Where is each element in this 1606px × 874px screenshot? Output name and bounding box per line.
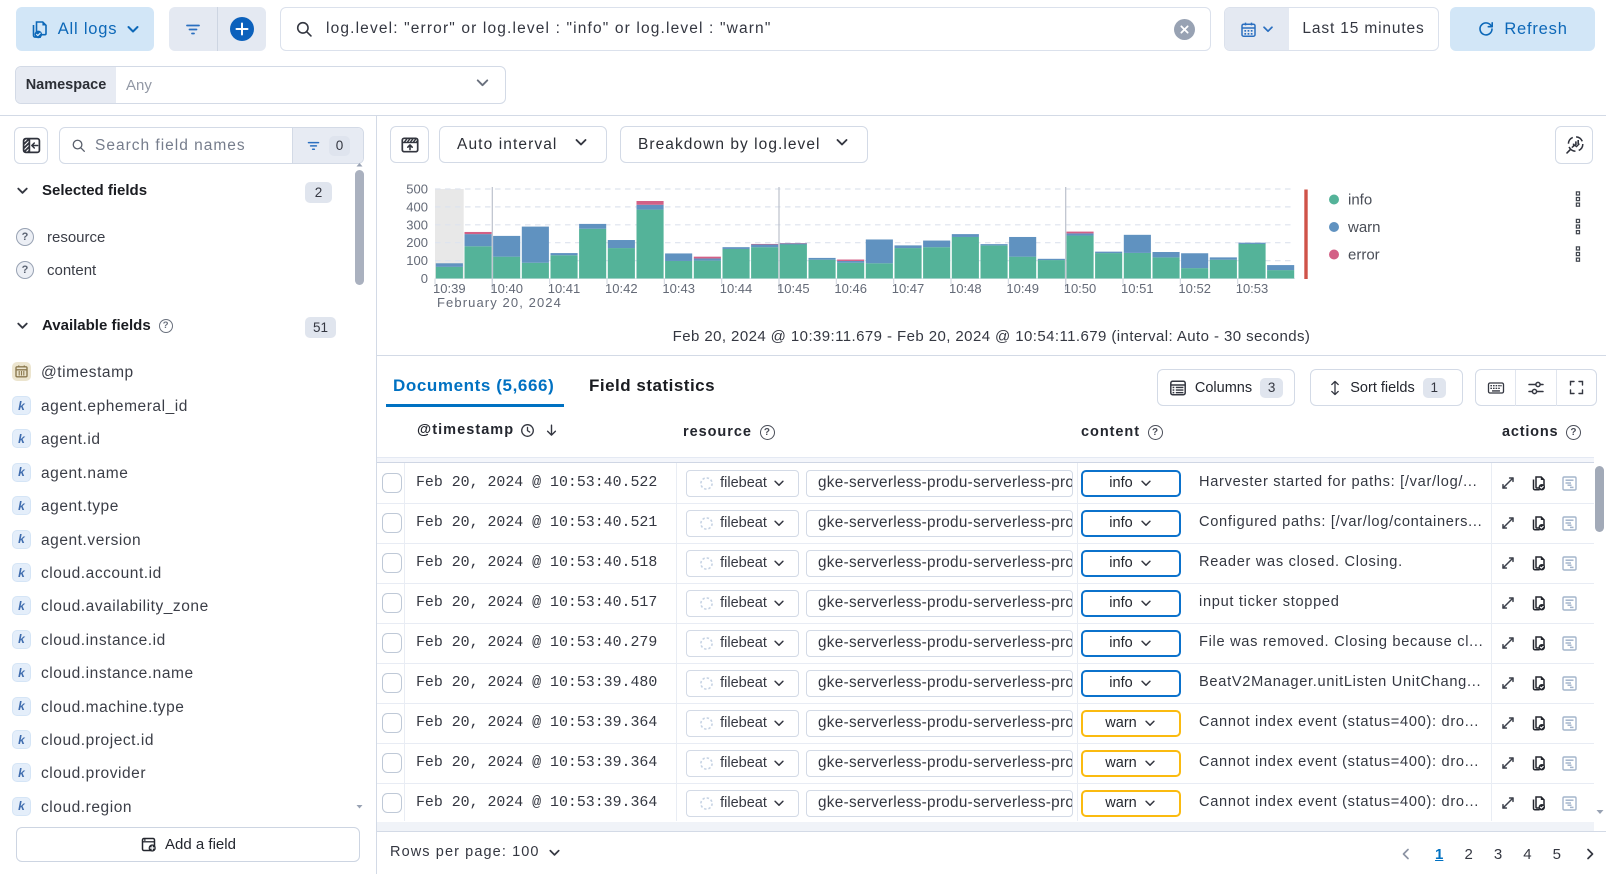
svg-text:info: info	[1348, 192, 1372, 209]
svg-text:10:39: 10:39	[433, 281, 466, 296]
svg-text:February 20, 2024: February 20, 2024	[437, 295, 562, 310]
svg-text:error: error	[1348, 247, 1380, 264]
svg-text:10:53: 10:53	[1236, 281, 1269, 296]
svg-text:100: 100	[406, 253, 428, 268]
svg-text:10:44: 10:44	[720, 281, 753, 296]
svg-text:10:51: 10:51	[1121, 281, 1154, 296]
svg-text:500: 500	[406, 182, 428, 197]
svg-text:400: 400	[406, 199, 428, 214]
svg-text:300: 300	[406, 217, 428, 232]
svg-text:10:40: 10:40	[490, 281, 523, 296]
svg-text:10:42: 10:42	[605, 281, 638, 296]
svg-text:10:46: 10:46	[834, 281, 867, 296]
svg-text:10:52: 10:52	[1178, 281, 1211, 296]
svg-text:10:47: 10:47	[892, 281, 925, 296]
svg-text:warn: warn	[1347, 219, 1381, 236]
svg-text:10:50: 10:50	[1064, 281, 1097, 296]
svg-text:10:45: 10:45	[777, 281, 810, 296]
svg-text:0: 0	[421, 271, 428, 286]
svg-text:10:41: 10:41	[548, 281, 581, 296]
svg-text:10:48: 10:48	[949, 281, 982, 296]
svg-text:10:43: 10:43	[662, 281, 695, 296]
svg-text:10:49: 10:49	[1006, 281, 1039, 296]
svg-text:200: 200	[406, 235, 428, 250]
